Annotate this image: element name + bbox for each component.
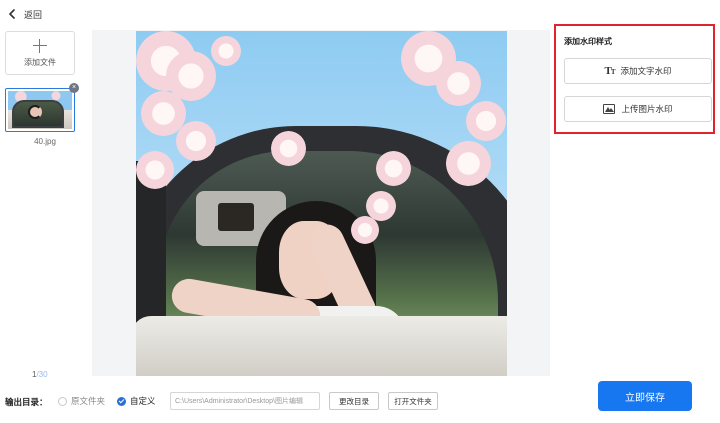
save-now-button[interactable]: 立即保存: [598, 381, 692, 411]
remove-file-icon[interactable]: ×: [69, 83, 79, 93]
radio-original-folder[interactable]: 原文件夹: [58, 395, 105, 407]
radio-unchecked-icon: [58, 396, 67, 406]
file-name: 40.jpg: [34, 137, 56, 146]
thumbnail-image: [8, 91, 72, 129]
open-folder-button[interactable]: 打开文件夹: [388, 392, 438, 410]
output-bar: 输出目录： 原文件夹 自定义 更改目录 打开文件夹 立即保存: [0, 380, 720, 423]
page-total: /30: [36, 370, 48, 379]
radio-original-folder-label: 原文件夹: [71, 396, 106, 406]
image-preview-area: [92, 30, 550, 376]
output-path-field[interactable]: [170, 392, 320, 410]
change-directory-button[interactable]: 更改目录: [329, 392, 379, 410]
file-sidebar: 添加文件 × 40.jpg: [0, 28, 84, 378]
radio-custom-folder-label: 自定义: [130, 396, 156, 406]
watermark-style-panel: 添加水印样式 TT 添加文字水印 上传图片水印: [554, 24, 715, 134]
file-thumbnail[interactable]: [5, 88, 75, 132]
back-button[interactable]: 返回: [6, 6, 42, 22]
preview-photo: [136, 31, 507, 376]
radio-checked-icon: [117, 396, 126, 406]
radio-custom-folder[interactable]: 自定义: [117, 395, 156, 407]
image-icon: [603, 104, 616, 114]
upload-image-watermark-button[interactable]: 上传图片水印: [564, 96, 712, 122]
upload-image-watermark-label: 上传图片水印: [621, 104, 673, 114]
text-format-icon: TT: [604, 65, 615, 77]
panel-title: 添加水印样式: [564, 37, 612, 46]
back-label: 返回: [24, 9, 43, 20]
add-text-watermark-button[interactable]: TT 添加文字水印: [564, 58, 712, 84]
chevron-left-icon: [6, 8, 18, 20]
add-file-label: 添加文件: [24, 57, 56, 67]
plus-icon: [33, 38, 47, 53]
output-directory-label: 输出目录：: [5, 397, 48, 407]
page-counter: 1/30: [32, 370, 48, 379]
add-text-watermark-label: 添加文字水印: [620, 66, 672, 76]
add-file-button[interactable]: 添加文件: [5, 31, 75, 75]
